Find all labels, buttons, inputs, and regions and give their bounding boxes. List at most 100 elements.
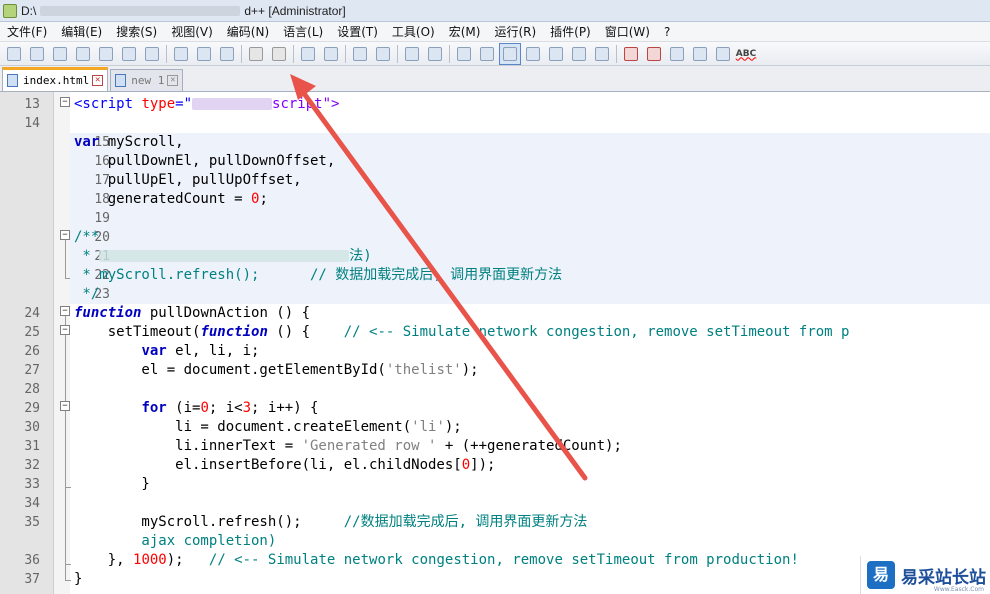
line-number: 25 — [24, 325, 40, 340]
tab-label: new 1 — [131, 74, 165, 87]
close-all-icon[interactable] — [119, 44, 139, 64]
code-line-35: myScroll.refresh(); //数据加载完成后, 调用界面更新方法 — [74, 514, 588, 530]
watermark-subtext: Www.Easck.Com — [933, 586, 984, 593]
notepad-plus-plus-icon — [3, 3, 17, 18]
code-line-37: } — [74, 571, 83, 587]
code-line-29: for (i=0; i<3; i++) { — [141, 400, 319, 416]
code-line-22: * myScroll.refresh(); // 数据加载完成后, 调用界面更新… — [74, 267, 563, 283]
new-file-icon[interactable] — [4, 44, 24, 64]
line-number: 35 — [24, 515, 40, 530]
toolbar-separator — [241, 44, 242, 63]
run-macro-multiple-icon[interactable] — [690, 44, 710, 64]
code-editor[interactable]: − − − − − 131415161718192021222324252627… — [0, 92, 990, 594]
code-row: 37 — [0, 570, 990, 589]
redo-icon[interactable] — [269, 44, 289, 64]
site-watermark: 易 易采站长站 Www.Easck.Com — [860, 556, 990, 594]
menu-item[interactable]: ? — [657, 22, 677, 42]
toolbar: ABC — [0, 42, 990, 66]
code-line-15: var myScroll, — [74, 134, 184, 150]
code-line-23: */ — [74, 286, 100, 302]
monitor-icon[interactable] — [592, 44, 612, 64]
code-line-36: }, 1000); // <-- Simulate network conges… — [74, 552, 799, 568]
redacted-code — [192, 98, 273, 110]
line-number: 37 — [24, 572, 40, 587]
menu-bar: 文件(F) 编辑(E) 搜索(S) 视图(V) 编码(N) 语言(L) 设置(T) 工具(O)… — [0, 22, 990, 42]
open-file-icon[interactable] — [27, 44, 47, 64]
code-line-17: pullUpEl, pullUpOffset, — [74, 172, 302, 188]
save-icon[interactable] — [50, 44, 70, 64]
stop-record-icon[interactable] — [644, 44, 664, 64]
menu-item[interactable]: 编辑(E) — [54, 22, 109, 42]
undo-icon[interactable] — [246, 44, 266, 64]
line-number: 19 — [94, 211, 110, 226]
code-row: 28 — [0, 380, 990, 399]
doc-map-icon[interactable] — [523, 44, 543, 64]
code-row: 14 — [0, 114, 990, 133]
code-row: 20 — [70, 228, 990, 247]
cut-icon[interactable] — [171, 44, 191, 64]
tab-close-icon[interactable]: ✕ — [92, 75, 104, 86]
sync-vertical-icon[interactable] — [402, 44, 422, 64]
indent-guide-icon[interactable] — [499, 42, 521, 65]
menu-item[interactable]: 运行(R) — [487, 22, 543, 42]
toolbar-separator — [166, 44, 167, 63]
code-line-25: setTimeout(function () { // <-- Simulate… — [74, 324, 850, 340]
menu-item[interactable]: 文件(F) — [0, 22, 54, 42]
line-number: 31 — [24, 439, 40, 454]
record-macro-icon[interactable] — [621, 44, 641, 64]
menu-item[interactable]: 窗口(W) — [598, 22, 657, 42]
line-number: 29 — [24, 401, 40, 416]
folder-workspace-icon[interactable] — [569, 44, 589, 64]
function-list-icon[interactable] — [546, 44, 566, 64]
close-icon[interactable] — [96, 44, 116, 64]
tab-index-html[interactable]: index.html ✕ — [2, 67, 109, 91]
code-row: 15 — [70, 133, 990, 152]
code-line-32: el.insertBefore(li, el.childNodes[0]); — [74, 457, 496, 473]
menu-item[interactable]: 设置(T) — [330, 22, 385, 42]
title-bar: D:\ d++ [Administrator] — [0, 0, 990, 22]
menu-item[interactable]: 插件(P) — [543, 22, 598, 42]
zoom-out-icon[interactable] — [373, 44, 393, 64]
window-title-suffix: d++ [Administrator] — [244, 3, 346, 18]
window-title-prefix: D:\ — [21, 3, 37, 18]
menu-item[interactable]: 宏(M) — [442, 22, 488, 42]
find-icon[interactable] — [298, 44, 318, 64]
line-number: 34 — [24, 496, 40, 511]
zoom-in-icon[interactable] — [350, 44, 370, 64]
copy-icon[interactable] — [194, 44, 214, 64]
code-line-18: generatedCount = 0; — [74, 191, 268, 207]
toolbar-separator — [293, 44, 294, 63]
menu-item[interactable]: 搜索(S) — [109, 22, 164, 42]
save-macro-icon[interactable] — [713, 44, 733, 64]
tab-bar: index.html ✕ new 1 ✕ — [0, 66, 990, 92]
menu-item[interactable]: 视图(V) — [164, 22, 220, 42]
line-number: 32 — [24, 458, 40, 473]
line-number: 26 — [24, 344, 40, 359]
show-all-chars-icon[interactable] — [477, 44, 497, 64]
save-all-icon[interactable] — [73, 44, 93, 64]
code-line-16: pullDownEl, pullDownOffset, — [74, 153, 336, 169]
menu-item[interactable]: 编码(N) — [220, 22, 276, 42]
watermark-logo-icon: 易 — [867, 561, 895, 589]
code-line-27: el = document.getElementById('thelist'); — [74, 362, 479, 378]
line-number: 14 — [24, 116, 40, 131]
spellcheck-icon[interactable]: ABC — [736, 44, 756, 64]
fold-toggle-icon[interactable]: − — [60, 230, 70, 240]
toolbar-separator — [345, 44, 346, 63]
code-line-13: <script type=" script"> — [74, 96, 340, 112]
replace-icon[interactable] — [321, 44, 341, 64]
watermark-text: 易采站长站 — [901, 567, 986, 588]
menu-item[interactable]: 工具(O) — [385, 22, 442, 42]
fold-guide — [65, 240, 66, 278]
tab-new-1[interactable]: new 1 ✕ — [110, 69, 184, 91]
menu-item[interactable]: 语言(L) — [276, 22, 330, 42]
play-macro-icon[interactable] — [667, 44, 687, 64]
sync-horizontal-icon[interactable] — [425, 44, 445, 64]
tab-close-icon[interactable]: ✕ — [167, 75, 179, 86]
code-line-20: /** — [74, 229, 100, 245]
code-line-21: * 法) — [74, 248, 372, 264]
line-number: 28 — [24, 382, 40, 397]
word-wrap-icon[interactable] — [454, 44, 474, 64]
print-icon[interactable] — [142, 44, 162, 64]
paste-icon[interactable] — [217, 44, 237, 64]
